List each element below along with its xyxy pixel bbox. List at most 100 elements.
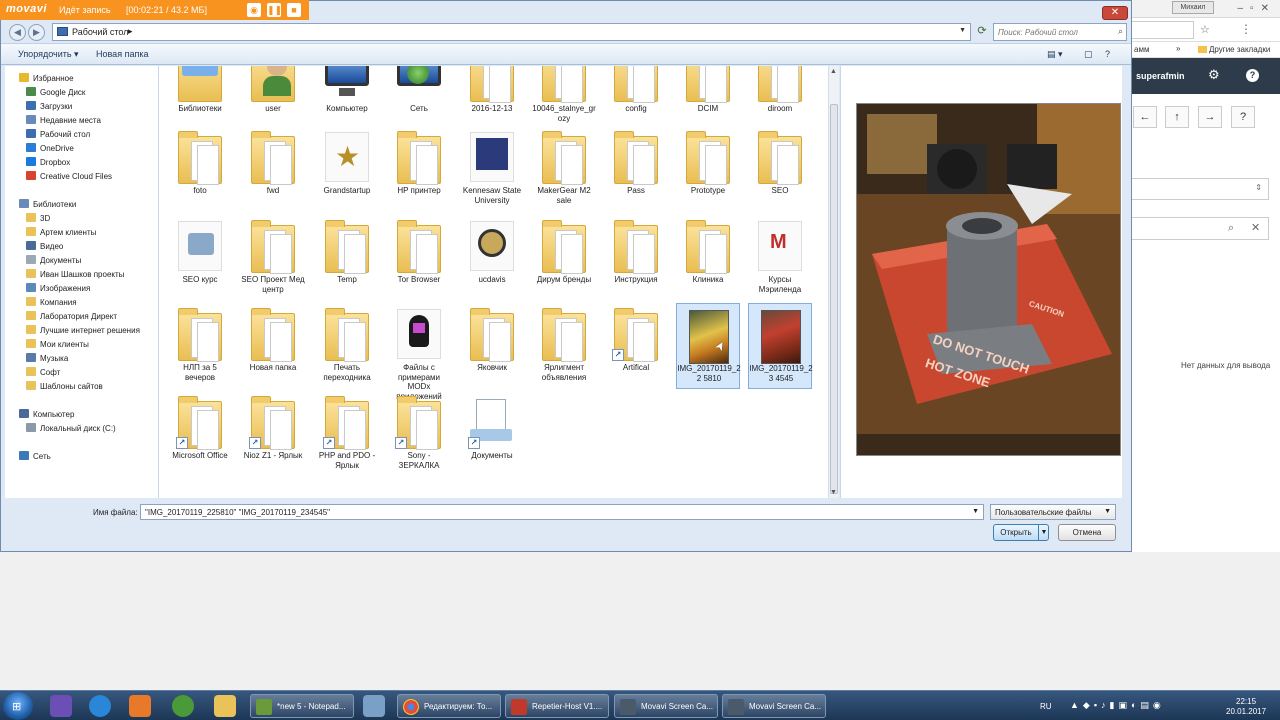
admin-search-field[interactable]: ⌕ ✕	[1131, 217, 1269, 240]
file-list-scrollbar[interactable]: ▲ ▼	[828, 66, 839, 498]
nav-item[interactable]: Компьютер	[19, 409, 74, 422]
file-item[interactable]: Pass	[604, 126, 668, 212]
search-icon[interactable]: ⌕	[1118, 26, 1123, 37]
file-item[interactable]: Клиника	[676, 215, 740, 301]
file-item[interactable]: MakerGear M2 sale	[532, 126, 596, 212]
file-item[interactable]: SEO курс	[168, 215, 232, 301]
dialog-close-button[interactable]: ✕	[1102, 6, 1128, 20]
file-item[interactable]: Яковчик	[460, 303, 524, 389]
chevron-down-icon[interactable]: ▼	[972, 508, 979, 515]
nav-item[interactable]: Библиотеки	[19, 199, 76, 212]
file-item[interactable]: Файлы с примерами MODx приложений	[387, 303, 451, 401]
help-circle-icon[interactable]: ?	[1231, 106, 1255, 128]
help-icon[interactable]: ?	[1246, 69, 1259, 82]
taskbar-item-movavi-1[interactable]: Movavi Screen Ca...	[614, 694, 718, 718]
nav-item[interactable]: Мои клиенты	[26, 339, 89, 352]
file-item[interactable]: 10046_stalnye_gr ozy	[532, 66, 596, 130]
file-item[interactable]: Дирум бренды	[532, 215, 596, 301]
filetype-value[interactable]: Пользовательские файлы	[995, 508, 1091, 517]
help-icon[interactable]: ?	[1105, 49, 1110, 59]
clock[interactable]: 22:15 20.01.2017	[1226, 697, 1266, 717]
open-split-arrow-icon[interactable]: ▼	[1038, 525, 1049, 540]
file-item[interactable]: diroom	[748, 66, 812, 130]
nav-item[interactable]: Изображения	[26, 283, 90, 296]
file-item[interactable]: fwd	[241, 126, 305, 212]
admin-select[interactable]: ⇕	[1131, 178, 1269, 200]
file-item[interactable]: SEO Проект Мед центр	[241, 215, 305, 301]
file-item[interactable]: Ярлигмент объявления	[532, 303, 596, 389]
file-item[interactable]: config	[604, 66, 668, 130]
file-item[interactable]: Temp	[315, 215, 379, 301]
nav-item[interactable]: Документы	[26, 255, 81, 268]
nav-item[interactable]: Недавние места	[26, 115, 101, 128]
file-item[interactable]: ucdavis	[460, 215, 524, 301]
nav-item[interactable]: Creative Cloud Files	[26, 171, 112, 184]
gear-icon[interactable]: ⚙	[1208, 67, 1220, 83]
nav-item[interactable]: Артем клиенты	[26, 227, 96, 240]
globe-icon[interactable]	[172, 695, 194, 717]
close-icon[interactable]: ✕	[1251, 221, 1260, 234]
file-item[interactable]: DCIM	[676, 66, 740, 130]
other-bookmarks[interactable]: Другие закладки	[1198, 45, 1270, 54]
file-item[interactable]: Kennesaw State University	[460, 126, 524, 212]
bookmark-star-icon[interactable]: ☆	[1200, 23, 1210, 36]
file-item[interactable]: ↗ Nioz Z1 - Ярлык	[241, 391, 305, 477]
chevron-down-icon[interactable]: ▼	[959, 27, 966, 34]
forward-arrow-icon[interactable]: ▶	[28, 24, 45, 41]
search-box[interactable]: ⌕	[993, 23, 1127, 41]
view-options-icon[interactable]: ▤ ▾	[1047, 49, 1063, 60]
viber-icon[interactable]	[50, 695, 72, 717]
taskbar-item-chrome[interactable]: Редактируем: То...	[397, 694, 501, 718]
file-item[interactable]: ↗ Artifical	[604, 303, 668, 389]
nav-item[interactable]: Рабочий стол	[26, 129, 90, 142]
bookmark-item-cut[interactable]: амм	[1134, 45, 1149, 54]
nav-item[interactable]: Загрузки	[26, 101, 72, 114]
nav-item[interactable]: Google Диск	[26, 87, 85, 100]
filetype-select[interactable]: Пользовательские файлы ▼	[990, 504, 1116, 520]
file-item[interactable]: Библиотеки	[168, 66, 232, 130]
nav-item[interactable]: Сеть	[19, 451, 51, 464]
admin-username[interactable]: superafmin	[1136, 71, 1185, 81]
file-item[interactable]: foto	[168, 126, 232, 212]
file-item[interactable]: НЛП за 5 вечеров	[168, 303, 232, 389]
file-item[interactable]: ↗ Sony - ЗЕРКАЛКА	[387, 391, 451, 477]
file-item[interactable]: HP принтер	[387, 126, 451, 212]
nav-item[interactable]: Шаблоны сайтов	[26, 381, 103, 394]
search-input[interactable]	[998, 25, 1113, 39]
taskbar-item-movavi-2[interactable]: Movavi Screen Ca...	[722, 694, 826, 718]
file-item[interactable]: 2016-12-13	[460, 66, 524, 130]
nav-item[interactable]: Музыка	[26, 353, 68, 366]
media-player-icon[interactable]	[129, 695, 151, 717]
camera-icon[interactable]: ◉	[247, 3, 261, 17]
cancel-button[interactable]: Отмена	[1058, 524, 1116, 541]
open-button[interactable]: Открыть ▼	[993, 524, 1049, 541]
breadcrumb-separator[interactable]: ▸	[128, 26, 133, 37]
preview-pane-icon[interactable]: ▢	[1084, 49, 1093, 60]
chevron-down-icon[interactable]: ▼	[1104, 508, 1111, 515]
organize-button[interactable]: Упорядочить ▾	[18, 49, 79, 60]
file-item[interactable]: Инструкция	[604, 215, 668, 301]
file-item[interactable]: IMG_20170119_22 5810	[676, 303, 741, 389]
scroll-thumb[interactable]	[830, 104, 838, 494]
file-item[interactable]: Prototype	[676, 126, 740, 212]
file-item[interactable]: Печать переходника	[315, 303, 379, 389]
file-item[interactable]: ↗ PHP and PDO - Ярлык	[315, 391, 379, 477]
new-folder-button[interactable]: Новая папка	[96, 49, 148, 59]
file-item[interactable]: ★ Grandstartup	[315, 126, 379, 212]
nav-item[interactable]: Избранное	[19, 73, 74, 86]
input-language[interactable]: RU	[1040, 702, 1052, 711]
browser-menu-icon[interactable]: ⋮	[1240, 22, 1252, 36]
breadcrumb-location[interactable]: Рабочий стол	[72, 27, 129, 37]
nav-item[interactable]: Иван Шашков проекты	[26, 269, 124, 282]
nav-item[interactable]: OneDrive	[26, 143, 74, 156]
browser-profile-chip[interactable]: Михаил	[1172, 1, 1214, 14]
file-item[interactable]: SEO	[748, 126, 812, 212]
nav-item[interactable]: Компания	[26, 297, 77, 310]
arrow-left-icon[interactable]: ←	[1133, 106, 1157, 128]
search-icon[interactable]: ⌕	[1228, 222, 1234, 235]
pause-icon[interactable]: ❚❚	[267, 3, 282, 17]
nav-item[interactable]: Видео	[26, 241, 63, 254]
nav-item[interactable]: Dropbox	[26, 157, 70, 170]
app-icon[interactable]	[363, 695, 385, 717]
file-item[interactable]: Компьютер	[315, 66, 379, 130]
